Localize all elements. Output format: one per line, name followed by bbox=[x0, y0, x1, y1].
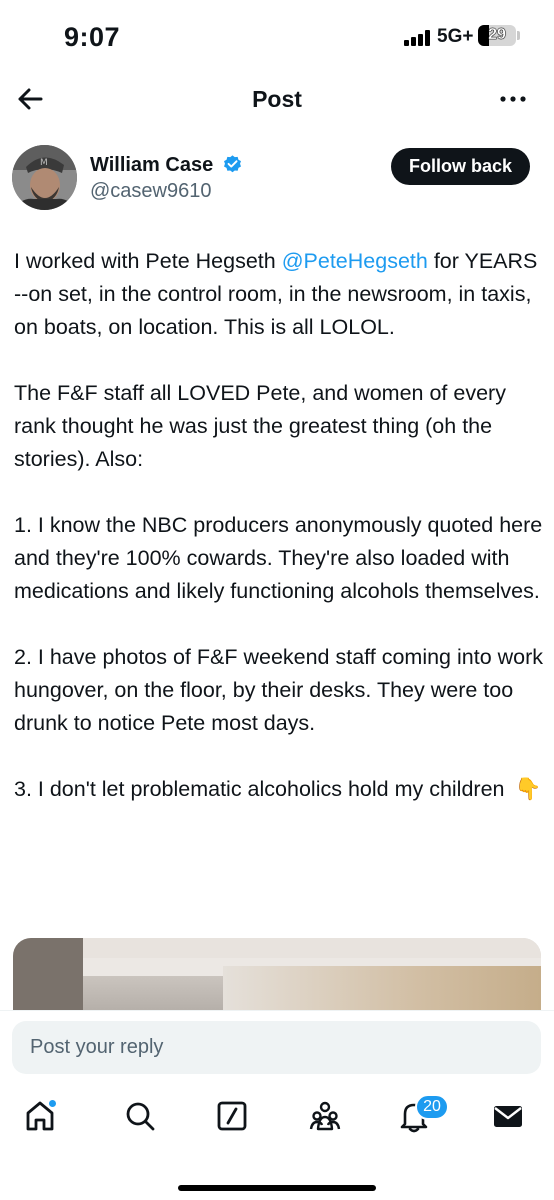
author-handle[interactable]: @casew9610 bbox=[90, 180, 211, 203]
post-text-segment: 3. I don't let problematic alcoholics ho… bbox=[14, 777, 505, 801]
tab-grok[interactable] bbox=[214, 1098, 250, 1134]
verified-badge-icon bbox=[224, 155, 241, 173]
reply-input[interactable] bbox=[12, 1021, 541, 1074]
tab-search[interactable] bbox=[122, 1098, 158, 1134]
follow-back-button[interactable]: Follow back bbox=[391, 148, 530, 185]
svg-text:M: M bbox=[40, 158, 48, 168]
grok-icon bbox=[217, 1101, 247, 1131]
search-icon bbox=[126, 1102, 155, 1131]
mention-link[interactable]: @PeteHegseth bbox=[282, 249, 428, 273]
battery-tip bbox=[517, 31, 520, 40]
author-row: M William Case @casew9610 Follow back bbox=[0, 145, 554, 215]
avatar[interactable]: M bbox=[12, 145, 77, 210]
battery-icon: 29 bbox=[478, 25, 516, 46]
author-display-name[interactable]: William Case bbox=[90, 154, 213, 177]
notifications-count-badge: 20 bbox=[415, 1094, 449, 1120]
post-paragraph: 3. I don't let problematic alcoholics ho… bbox=[14, 773, 544, 806]
tab-home[interactable] bbox=[22, 1098, 58, 1134]
network-type: 5G+ bbox=[437, 26, 474, 47]
status-time: 9:07 bbox=[64, 22, 121, 52]
messages-icon bbox=[494, 1106, 522, 1127]
bottom-tab-bar: 20 bbox=[0, 1082, 554, 1152]
battery-level: 29 bbox=[488, 26, 506, 43]
status-bar: 9:07 5G+ 29 bbox=[0, 0, 554, 66]
post-paragraph: 1. I know the NBC producers anonymously … bbox=[14, 513, 543, 603]
avatar-image: M bbox=[12, 145, 77, 210]
pointing-down-emoji: 👇 bbox=[514, 777, 542, 801]
home-new-content-dot bbox=[48, 1099, 57, 1108]
more-options-button[interactable] bbox=[498, 86, 528, 112]
post-paragraph: 2. I have photos of F&F weekend staff co… bbox=[14, 645, 544, 735]
more-horizontal-icon bbox=[500, 96, 526, 102]
post-paragraph: I worked with Pete Hegseth @PeteHegseth … bbox=[14, 245, 544, 344]
tab-communities[interactable] bbox=[307, 1098, 343, 1134]
post-body: I worked with Pete Hegseth @PeteHegseth … bbox=[14, 245, 544, 806]
home-indicator[interactable] bbox=[178, 1185, 376, 1191]
communities-icon bbox=[309, 1101, 341, 1131]
post-paragraph: The F&F staff all LOVED Pete, and women … bbox=[14, 381, 506, 471]
post-header: Post bbox=[0, 70, 554, 130]
page-title: Post bbox=[252, 86, 302, 112]
cellular-signal-icon bbox=[404, 30, 430, 46]
tab-messages[interactable] bbox=[490, 1098, 526, 1134]
reply-bar bbox=[0, 1010, 554, 1082]
post-text-segment: I worked with Pete Hegseth bbox=[14, 249, 282, 273]
